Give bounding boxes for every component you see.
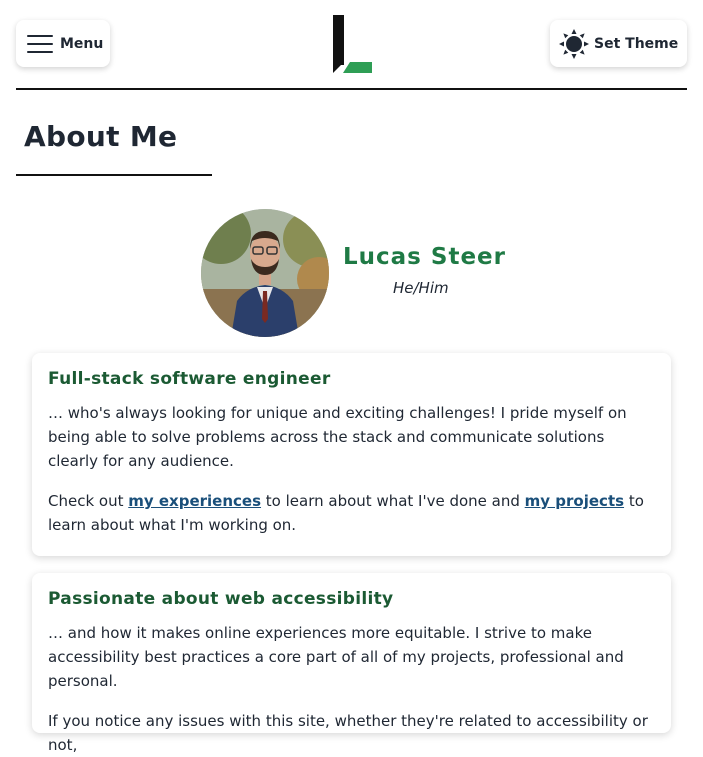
- projects-link[interactable]: my projects: [525, 492, 624, 510]
- card-heading: Full-stack software engineer: [48, 369, 331, 389]
- card-paragraph-links: Check out my experiences to learn about …: [48, 492, 644, 534]
- card-paragraph: If you notice any issues with this site,…: [48, 712, 648, 754]
- profile-name: Lucas Steer: [343, 244, 506, 270]
- header-divider: [16, 88, 687, 90]
- card-paragraph: … who's always looking for unique and ex…: [48, 404, 627, 470]
- theme-label: Set Theme: [594, 35, 679, 52]
- pronouns: He/Him: [393, 279, 449, 297]
- page-title: About Me: [24, 120, 178, 153]
- card-fullstack: Full-stack software engineer … who's alw…: [32, 353, 671, 556]
- set-theme-button[interactable]: Set Theme: [550, 20, 687, 67]
- hamburger-icon: [27, 34, 53, 53]
- sun-icon: [559, 28, 589, 59]
- menu-button[interactable]: Menu: [16, 20, 110, 67]
- site-header: Menu Set Theme: [0, 0, 703, 90]
- menu-label: Menu: [60, 35, 104, 52]
- card-paragraph: … and how it makes online experiences mo…: [48, 624, 624, 690]
- title-underline: [16, 174, 212, 176]
- avatar: [201, 209, 329, 337]
- card-accessibility: Passionate about web accessibility … and…: [32, 573, 671, 754]
- experiences-link[interactable]: my experiences: [128, 492, 261, 510]
- card-heading: Passionate about web accessibility: [48, 589, 394, 609]
- site-logo[interactable]: [331, 15, 373, 73]
